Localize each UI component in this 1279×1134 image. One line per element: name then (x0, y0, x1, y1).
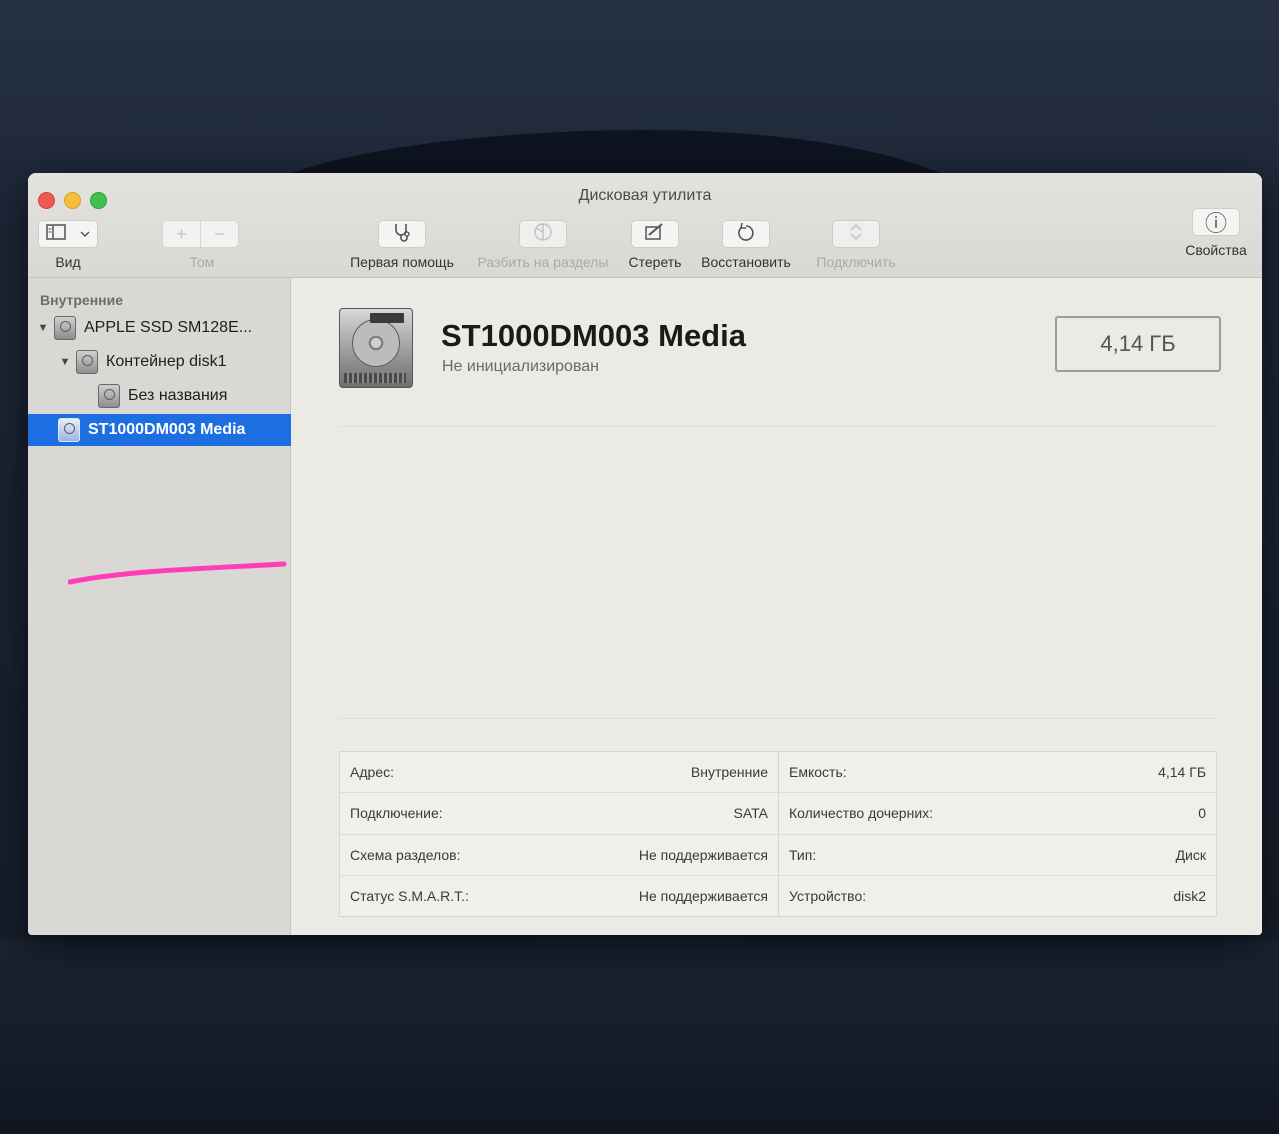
container-disk-icon (76, 350, 98, 374)
hard-drive-large-icon (339, 308, 413, 388)
divider (339, 426, 1215, 427)
info-icon: ⓘ (1204, 211, 1227, 236)
info-key: Устройство: (789, 887, 867, 904)
first-aid-button[interactable] (378, 220, 426, 248)
info-table: Адрес: Внутренние Подключение: SATA Схем… (339, 751, 1217, 917)
info-row-location: Адрес: Внутренние (340, 752, 778, 792)
toolbar-partition[interactable]: Разбить на разделы (468, 220, 618, 270)
info-row-partition-map: Схема разделов: Не поддерживается (340, 833, 778, 875)
info-value: Внутренние (690, 764, 768, 781)
toolbar-view[interactable]: Вид (38, 220, 98, 270)
detail-pane: ST1000DM003 Media Не инициализирован 4,1… (291, 278, 1262, 935)
erase-button[interactable] (631, 220, 679, 248)
chevron-down-icon (80, 225, 90, 243)
info-row-smart-status: Статус S.M.A.R.T.: Не поддерживается (340, 874, 778, 916)
first-aid-label: Первая помощь (350, 254, 454, 270)
partition-button[interactable] (519, 220, 567, 248)
annotation-underline-stroke (68, 561, 287, 585)
info-key: Адрес: (350, 764, 394, 781)
info-key: Схема разделов: (350, 846, 461, 863)
info-label: Свойства (1185, 242, 1247, 258)
info-key: Тип: (789, 846, 817, 863)
info-key: Количество дочерних: (789, 805, 934, 822)
info-key: Подключение: (350, 805, 443, 822)
disclosure-triangle-icon[interactable]: ▼ (58, 356, 72, 368)
info-row-capacity: Емкость: 4,14 ГБ (779, 752, 1216, 792)
volume-label: Том (189, 254, 215, 270)
sidebar: Внутренние ▼ APPLE SSD SM128E... ▼ Конте… (28, 278, 316, 935)
sidebar-item-apple-ssd[interactable]: ▼ APPLE SSD SM128E... (28, 312, 298, 344)
divider (339, 718, 1215, 719)
sidebar-section-internal: Внутренние (40, 292, 124, 308)
remove-volume-button[interactable]: − (201, 220, 239, 248)
info-value: 4,14 ГБ (1158, 764, 1206, 781)
volume-segmented-control[interactable]: + − (162, 220, 242, 248)
toolbar-info[interactable]: ⓘ Свойства (1178, 208, 1254, 258)
erase-disk-icon (644, 222, 666, 247)
info-column-left: Адрес: Внутренние Подключение: SATA Схем… (340, 752, 778, 916)
info-key: Статус S.M.A.R.T.: (350, 887, 469, 904)
sidebar-item-label: APPLE SSD SM128E... (84, 319, 253, 336)
info-key: Емкость: (789, 764, 847, 781)
info-row-device: Устройство: disk2 (779, 874, 1216, 916)
partition-label: Разбить на разделы (477, 254, 609, 270)
disk-utility-window: Дисковая утилита Вид + − Том Первая помо… (28, 173, 1262, 935)
mount-label: Подключить (816, 254, 896, 270)
capacity-badge: 4,14 ГБ (1055, 316, 1221, 372)
sidebar-item-st1000dm003[interactable]: ST1000DM003 Media (28, 414, 316, 446)
add-volume-button[interactable]: + (162, 220, 201, 248)
info-row-child-count: Количество дочерних: 0 (779, 792, 1216, 833)
restore-label: Восстановить (701, 254, 791, 270)
window-title: Дисковая утилита (578, 187, 712, 204)
view-button[interactable] (38, 220, 98, 248)
toolbar-first-aid[interactable]: Первая помощь (344, 220, 460, 270)
sidebar-item-label: ST1000DM003 Media (88, 421, 246, 438)
restore-arrow-icon (736, 222, 756, 247)
info-value: Диск (1175, 846, 1206, 863)
info-row-connection: Подключение: SATA (340, 792, 778, 833)
mount-arrows-icon (848, 222, 864, 247)
erase-label: Стереть (628, 254, 682, 270)
internal-disk-icon (54, 316, 76, 340)
titlebar-toolbar: Дисковая утилита Вид + − Том Первая помо… (28, 173, 1262, 278)
mount-button[interactable] (832, 220, 880, 248)
toolbar-restore[interactable]: Восстановить (694, 220, 798, 270)
toolbar-volume[interactable]: + − Том (162, 220, 242, 270)
info-row-type: Тип: Диск (779, 833, 1216, 875)
info-value: SATA (733, 805, 769, 822)
volume-disk-icon (98, 384, 120, 408)
sidebar-item-label: Контейнер disk1 (106, 353, 227, 370)
disk-name: ST1000DM003 Media (441, 318, 746, 353)
sidebar-item-label: Без названия (128, 387, 228, 404)
info-value: Не поддерживается (638, 887, 768, 904)
desktop-wallpaper-floor (0, 940, 1279, 1134)
info-value: 0 (1198, 805, 1206, 822)
stethoscope-icon (391, 222, 413, 247)
disk-status: Не инициализирован (442, 358, 600, 375)
toolbar-erase[interactable]: Стереть (624, 220, 686, 270)
view-label: Вид (55, 254, 81, 270)
disclosure-triangle-icon[interactable]: ▼ (36, 322, 50, 334)
info-button[interactable]: ⓘ (1192, 208, 1240, 236)
sidebar-item-container-disk1[interactable]: ▼ Контейнер disk1 (28, 346, 320, 378)
info-value: disk2 (1173, 887, 1206, 904)
sidebar-toggle-icon (46, 223, 66, 245)
toolbar-mount[interactable]: Подключить (808, 220, 904, 270)
hard-drive-icon (58, 418, 80, 442)
info-column-right: Емкость: 4,14 ГБ Количество дочерних: 0 … (778, 752, 1216, 916)
info-value: Не поддерживается (638, 846, 768, 863)
restore-button[interactable] (722, 220, 770, 248)
pie-chart-icon (533, 222, 553, 247)
